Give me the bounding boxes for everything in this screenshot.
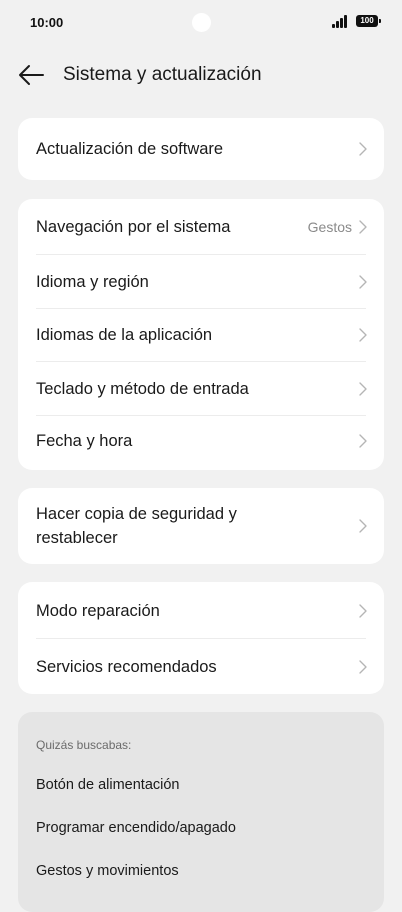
row-label: Teclado y método de entrada bbox=[36, 379, 249, 398]
settings-row-date-time[interactable]: Fecha y hora bbox=[18, 416, 384, 467]
row-label: Actualización de software bbox=[36, 140, 224, 158]
settings-row-app-languages[interactable]: Idiomas de la aplicación bbox=[18, 309, 384, 362]
suggestion-gestures[interactable]: Gestos y movimientos bbox=[36, 863, 179, 879]
status-bar: 10:00 100 bbox=[0, 0, 402, 46]
page-title: Sistema y actualización bbox=[63, 64, 262, 85]
row-label: Navegación por el sistema bbox=[36, 218, 231, 236]
settings-row-software-update[interactable]: Actualización de software bbox=[18, 118, 384, 180]
camera-cutout bbox=[192, 13, 211, 32]
row-label: Modo reparación bbox=[36, 601, 160, 620]
suggestion-power-button[interactable]: Botón de alimentación bbox=[36, 777, 180, 793]
row-label: Servicios recomendados bbox=[36, 657, 217, 676]
chevron-right-icon bbox=[358, 141, 368, 157]
battery-icon: 100 bbox=[356, 15, 381, 27]
row-label: Hacer copia de seguridad y restablecer bbox=[36, 505, 237, 547]
settings-group-update: Actualización de software bbox=[18, 118, 384, 180]
status-time: 10:00 bbox=[30, 15, 64, 30]
settings-row-recommended-services[interactable]: Servicios recomendados bbox=[18, 639, 384, 694]
settings-row-language-region[interactable]: Idioma y región bbox=[18, 255, 384, 309]
chevron-right-icon bbox=[358, 327, 368, 343]
settings-row-keyboard-input[interactable]: Teclado y método de entrada bbox=[18, 362, 384, 416]
suggestions-panel: Quizás buscabas: Botón de alimentación P… bbox=[18, 712, 384, 912]
settings-row-system-navigation[interactable]: Navegación por el sistema Gestos bbox=[18, 199, 384, 255]
chevron-right-icon bbox=[358, 381, 368, 397]
chevron-right-icon bbox=[358, 219, 368, 235]
chevron-right-icon bbox=[358, 433, 368, 449]
suggestions-heading: Quizás buscabas: bbox=[36, 738, 132, 752]
settings-group-system: Navegación por el sistema Gestos Idioma … bbox=[18, 199, 384, 470]
suggestion-schedule-power[interactable]: Programar encendido/apagado bbox=[36, 820, 236, 836]
row-label: Idioma y región bbox=[36, 272, 149, 291]
signal-icon bbox=[332, 15, 350, 28]
settings-row-backup-reset[interactable]: Hacer copia de seguridad y restablecer bbox=[18, 488, 384, 564]
settings-group-services: Modo reparación Servicios recomendados bbox=[18, 582, 384, 694]
settings-group-backup: Hacer copia de seguridad y restablecer bbox=[18, 488, 384, 564]
row-label: Idiomas de la aplicación bbox=[36, 326, 213, 345]
chevron-right-icon bbox=[358, 659, 368, 675]
back-arrow-icon[interactable] bbox=[16, 62, 46, 88]
row-value: Gestos bbox=[307, 219, 352, 235]
header: Sistema y actualización bbox=[0, 52, 402, 98]
chevron-right-icon bbox=[358, 603, 368, 619]
row-label: Fecha y hora bbox=[36, 432, 133, 450]
chevron-right-icon bbox=[358, 518, 368, 534]
settings-row-repair-mode[interactable]: Modo reparación bbox=[18, 582, 384, 639]
chevron-right-icon bbox=[358, 274, 368, 290]
